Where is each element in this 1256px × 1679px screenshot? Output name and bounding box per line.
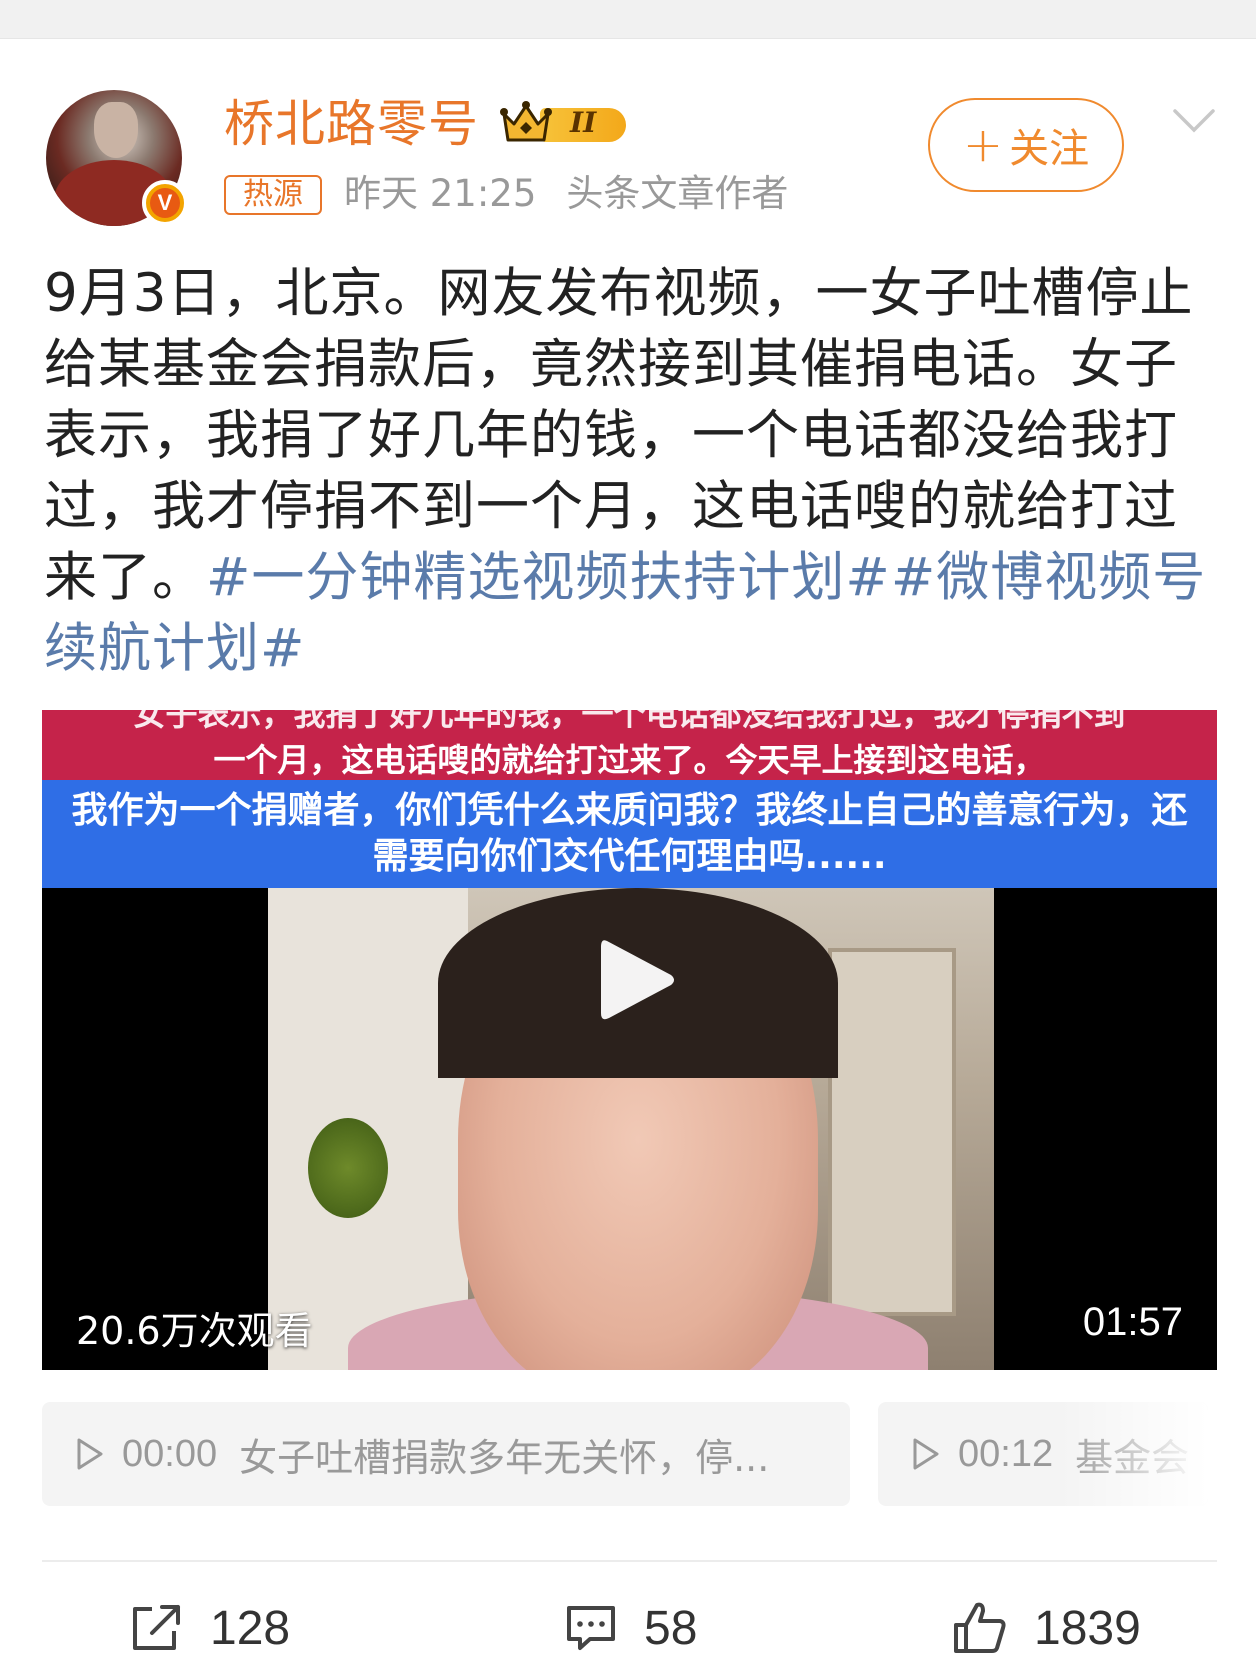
divider bbox=[42, 1560, 1217, 1562]
play-outline-icon bbox=[77, 1438, 103, 1470]
author-name[interactable]: 桥北路零号 bbox=[224, 94, 479, 154]
post-meta: 昨天 21:25 头条文章作者 bbox=[344, 168, 788, 220]
follow-label: 关注 bbox=[1009, 126, 1090, 172]
vip-level-number: II bbox=[570, 106, 597, 139]
plus-icon: + bbox=[962, 117, 1004, 173]
play-outline-icon bbox=[913, 1438, 939, 1470]
top-strip bbox=[0, 0, 1256, 39]
chapter-time: 00:12 bbox=[958, 1432, 1054, 1475]
verified-badge-icon: V bbox=[142, 180, 188, 226]
caption-red-band: 女子表示，我捐了好几年的钱，一个电话都没给我打过，我才停捐不到 一个月，这电话嗖… bbox=[42, 710, 1217, 780]
chapter-title: 女子吐槽捐款多年无关怀，停... bbox=[239, 1435, 770, 1480]
comment-icon bbox=[567, 1606, 615, 1650]
post-body: 9月3日，北京。网友发布视频，一女子吐槽停止给某基金会捐款后，竟然接到其催捐电话… bbox=[44, 258, 1224, 684]
share-count: 128 bbox=[210, 1601, 291, 1655]
chapter-item[interactable]: 00:12 基金会 bbox=[878, 1402, 1208, 1506]
caption-red-line-1: 女子表示，我捐了好几年的钱，一个电话都没给我打过，我才停捐不到 bbox=[133, 710, 1126, 733]
caption-red-line-2: 一个月，这电话嗖的就给打过来了。今天早上接到这电话， bbox=[213, 741, 1046, 779]
play-icon[interactable] bbox=[597, 935, 677, 1025]
view-count: 20.6万次观看 bbox=[76, 1309, 313, 1353]
caption-blue-line-1: 我作为一个捐赠者，你们凭什么来质问我？我终止自己的善意行为，还 bbox=[71, 790, 1188, 831]
topic-links[interactable]: #一分钟精选视频扶持计划##微博视频号续航计划# bbox=[44, 547, 1206, 679]
chapter-time: 00:00 bbox=[122, 1432, 218, 1475]
vip-level-badge[interactable]: II bbox=[500, 100, 634, 146]
comment-count: 58 bbox=[644, 1601, 698, 1655]
follow-button[interactable]: + 关注 bbox=[928, 98, 1124, 192]
hot-source-tag: 热源 bbox=[224, 175, 322, 215]
share-icon bbox=[133, 1605, 180, 1650]
chevron-down-icon[interactable] bbox=[1172, 106, 1216, 136]
crown-icon bbox=[500, 101, 552, 142]
video-duration: 01:57 bbox=[1082, 1300, 1183, 1344]
author-role: 头条文章作者 bbox=[566, 172, 789, 215]
chapter-title: 基金会 bbox=[1075, 1435, 1190, 1480]
caption-blue-line-2: 需要向你们交代任何理由吗...... bbox=[372, 836, 887, 877]
chapter-item[interactable]: 00:00 女子吐槽捐款多年无关怀，停... bbox=[42, 1402, 850, 1506]
video-player[interactable]: 女子表示，我捐了好几年的钱，一个电话都没给我打过，我才停捐不到 一个月，这电话嗖… bbox=[42, 710, 1217, 1370]
like-button[interactable]: 1839 bbox=[952, 1598, 1141, 1658]
post-time: 昨天 21:25 bbox=[344, 172, 537, 215]
caption-blue-band: 我作为一个捐赠者，你们凭什么来质问我？我终止自己的善意行为，还 需要向你们交代任… bbox=[42, 780, 1217, 888]
thumbs-up-icon bbox=[954, 1602, 1006, 1653]
comment-button[interactable]: 58 bbox=[564, 1598, 697, 1658]
share-button[interactable]: 128 bbox=[130, 1598, 290, 1658]
like-count: 1839 bbox=[1034, 1601, 1141, 1655]
